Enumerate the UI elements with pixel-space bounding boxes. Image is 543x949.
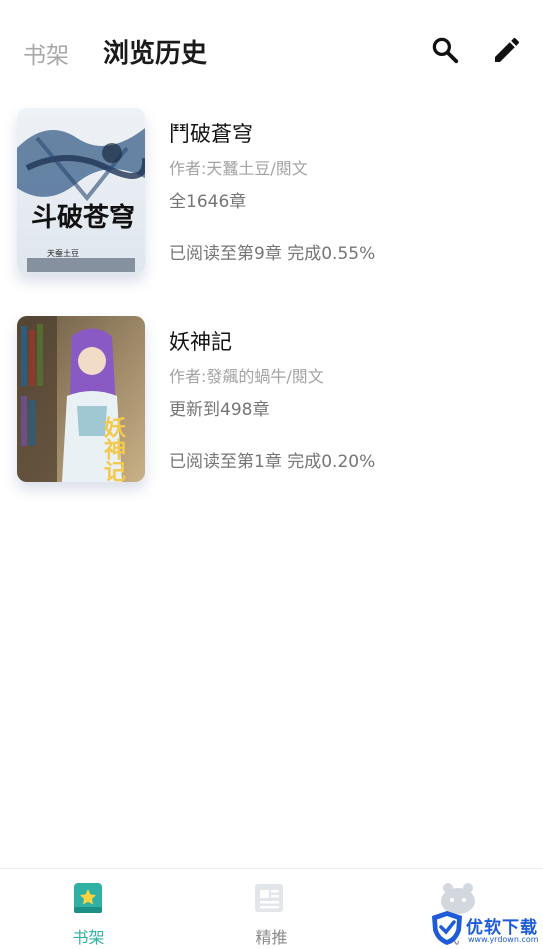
reading-progress: 已阅读至第1章 完成0.20% (169, 452, 376, 472)
nav-bookshelf[interactable]: 书架 (0, 869, 181, 949)
svg-text:天蚕土豆: 天蚕土豆 (47, 248, 79, 258)
tab-bookshelf[interactable]: 书架 (23, 36, 69, 70)
book-title: 妖神記 (169, 330, 232, 354)
shield-logo-icon (430, 910, 464, 946)
nav-label: 书架 (72, 928, 105, 947)
book-title: 鬥破蒼穹 (169, 122, 253, 146)
nav-label: 精推 (255, 928, 288, 947)
recommend-icon (252, 881, 286, 915)
book-chapter-count: 更新到498章 (169, 400, 270, 420)
top-bar: 书架 浏览历史 (0, 0, 543, 100)
tab-browse-history[interactable]: 浏览历史 (103, 33, 207, 70)
history-list: 斗破苍穹 天蚕土豆 鬥破蒼穹 作者:天蠶土豆/閱文 全1646章 已阅读至第9章… (0, 106, 543, 522)
cover-title-text: 妖神记 (100, 415, 126, 482)
book-chapter-count: 全1646章 (169, 192, 247, 212)
watermark-url: www.yrdown.com (468, 935, 539, 944)
cover-title-text: 斗破苍穹 (31, 202, 135, 233)
history-item[interactable]: 斗破苍穹 天蚕土豆 鬥破蒼穹 作者:天蠶土豆/閱文 全1646章 已阅读至第9章… (0, 106, 543, 314)
book-author: 作者:發飆的蝸牛/閱文 (169, 367, 324, 386)
nav-recommend[interactable]: 精推 (181, 869, 362, 949)
bookshelf-icon (71, 881, 105, 915)
book-cover[interactable]: 斗破苍穹 天蚕土豆 (17, 108, 145, 274)
reading-progress: 已阅读至第9章 完成0.55% (169, 244, 376, 264)
watermark: 优软下载 www.yrdown.com (430, 908, 543, 949)
book-author: 作者:天蠶土豆/閱文 (169, 159, 308, 178)
book-cover[interactable]: 妖神记 (17, 316, 145, 482)
edit-icon[interactable] (490, 33, 524, 67)
search-icon[interactable] (428, 33, 462, 67)
history-item[interactable]: 妖神记 妖神記 作者:發飆的蝸牛/閱文 更新到498章 已阅读至第1章 完成0.… (0, 314, 543, 522)
